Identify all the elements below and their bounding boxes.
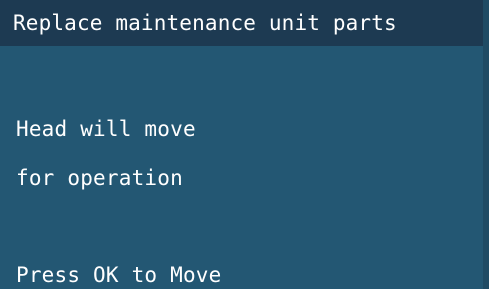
message-line-1: Head will move: [16, 117, 196, 141]
screen-title: Replace maintenance unit parts: [13, 11, 397, 35]
title-bar: Replace maintenance unit parts: [0, 0, 489, 46]
printer-panel-screen: Replace maintenance unit parts Head will…: [0, 0, 489, 289]
message-line-2: for operation: [16, 166, 183, 190]
right-edge-strip: [483, 0, 489, 289]
ok-prompt[interactable]: Press OK to Move: [16, 262, 222, 288]
